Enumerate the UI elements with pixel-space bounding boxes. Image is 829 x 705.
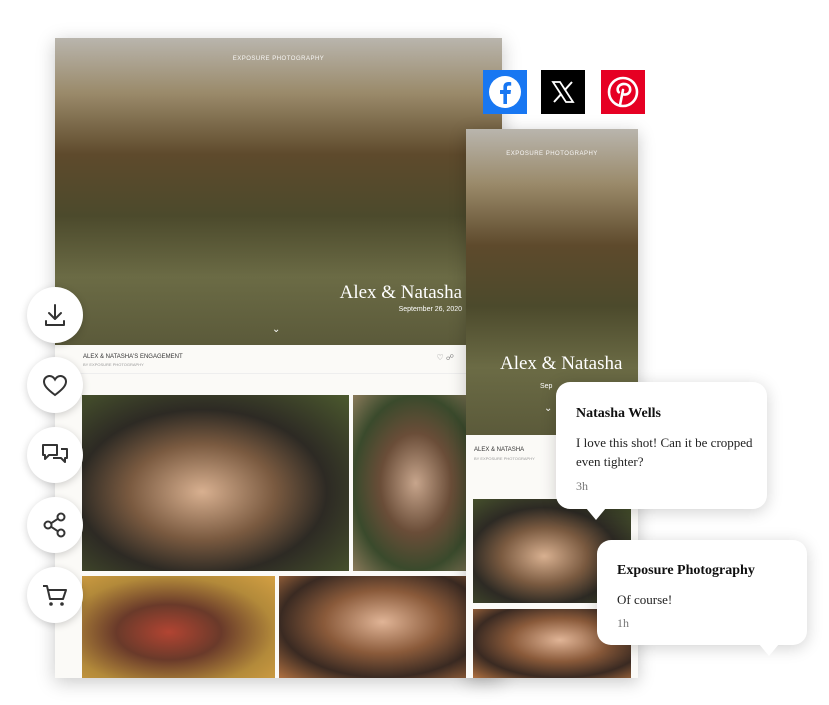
gallery-title: ALEX & NATASHA'S ENGAGEMENT xyxy=(83,354,183,360)
hero-title: Alex & Natasha xyxy=(339,282,462,303)
mobile-brand-label: EXPOSURE PHOTOGRAPHY xyxy=(506,151,598,157)
share-icon xyxy=(43,512,66,538)
favorite-button[interactable] xyxy=(27,357,83,413)
pinterest-button[interactable] xyxy=(601,70,645,114)
comments-icon xyxy=(42,444,68,463)
chevron-down-icon[interactable]: ⌄ xyxy=(544,403,552,414)
comment-time: 1h xyxy=(617,616,629,630)
comment-bubble: Natasha Wells I love this shot! Can it b… xyxy=(556,382,767,520)
download-button[interactable] xyxy=(27,287,83,343)
comment-bubble: Exposure Photography Of course! 1h xyxy=(597,540,807,656)
hero-date: September 26, 2020 xyxy=(398,306,462,313)
mobile-hero-date: Sep xyxy=(540,383,553,390)
brand-label: EXPOSURE PHOTOGRAPHY xyxy=(232,56,325,62)
gallery-byline: BY EXPOSURE PHOTOGRAPHY xyxy=(83,362,144,367)
pinterest-icon xyxy=(607,76,639,108)
gallery-photo[interactable] xyxy=(82,395,349,571)
gallery-photo[interactable] xyxy=(353,395,467,571)
gallery-header: ALEX & NATASHA'S ENGAGEMENT BY EXPOSURE … xyxy=(55,345,502,374)
share-icon[interactable]: ☍ xyxy=(446,353,454,362)
comment-author: Exposure Photography xyxy=(617,563,755,578)
bubble-tail xyxy=(586,508,606,520)
bubble-tail xyxy=(759,644,779,656)
cart-icon xyxy=(43,585,67,606)
download-icon xyxy=(45,304,65,326)
comments-button[interactable] xyxy=(27,427,83,483)
heart-icon xyxy=(42,374,68,397)
x-button[interactable] xyxy=(541,70,585,114)
cart-button[interactable] xyxy=(27,567,83,623)
share-button[interactable] xyxy=(27,497,83,553)
comment-text: Of course! xyxy=(617,592,673,607)
gallery-photo[interactable] xyxy=(279,576,467,678)
comment-text: I love this shot! Can it be cropped even… xyxy=(576,435,753,469)
comment-author: Natasha Wells xyxy=(576,406,661,421)
mobile-gallery-title: ALEX & NATASHA xyxy=(474,447,525,453)
mobile-hero-title: Alex & Natasha xyxy=(500,353,623,374)
heart-icon[interactable]: ♡ xyxy=(436,353,443,362)
x-icon xyxy=(551,81,575,103)
mobile-gallery-byline: BY EXPOSURE PHOTOGRAPHY xyxy=(474,456,535,461)
facebook-icon xyxy=(489,76,521,108)
gallery-photo[interactable] xyxy=(82,576,275,678)
comment-time: 3h xyxy=(576,479,588,493)
chevron-down-icon[interactable]: ⌄ xyxy=(272,324,280,335)
facebook-button[interactable] xyxy=(483,70,527,114)
desktop-gallery-preview: EXPOSURE PHOTOGRAPHY Alex & Natasha Sept… xyxy=(55,38,502,678)
gallery-actions: ♡ ☍ xyxy=(436,353,454,362)
